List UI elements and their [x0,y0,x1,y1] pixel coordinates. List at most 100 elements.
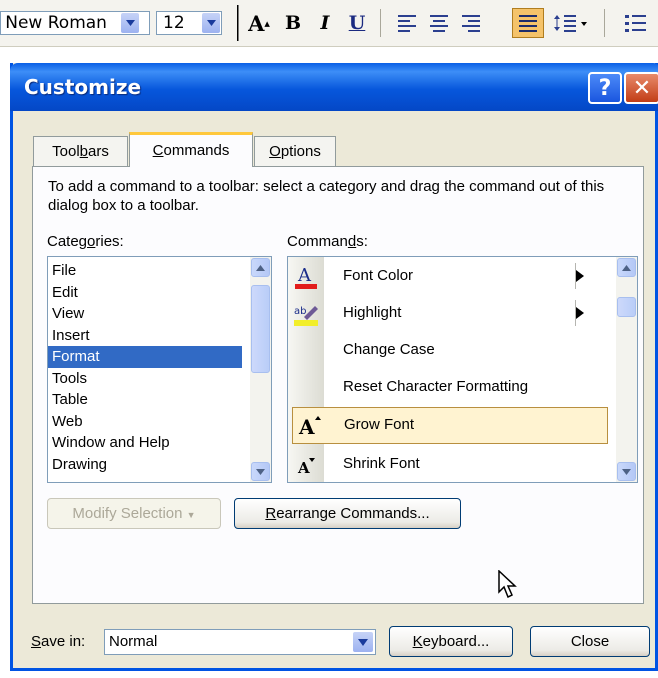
categories-label: Categories: [47,233,124,250]
align-right-icon[interactable] [456,8,486,38]
category-item[interactable]: View [48,303,242,325]
category-item[interactable]: File [48,260,242,282]
close-button[interactable]: Close [530,626,650,657]
instruction-text: To add a command to a toolbar: select a … [48,178,605,214]
submenu-arrow-icon[interactable] [576,270,584,282]
highlight-icon: ab [292,300,320,328]
font-size-dropdown-arrow-icon[interactable] [202,13,220,33]
dropdown-arrow-icon: ▼ [186,510,196,520]
line-spacing-icon[interactable] [552,8,592,38]
align-left-icon[interactable] [392,8,422,38]
svg-text:ab: ab [294,306,306,317]
categories-label-post: ries: [95,233,124,250]
underline-glyph: U [348,12,366,34]
categories-list[interactable]: File Edit View Insert Format Tools Table… [47,256,272,483]
command-label: Change Case [343,341,435,358]
underline-button[interactable]: U [344,8,370,38]
svg-text:A: A [297,459,310,476]
tab-toolbars-accesskey: b [79,143,89,160]
close-window-button[interactable]: ✕ [624,72,658,104]
close-label: Close [570,633,610,650]
scrollbar-thumb[interactable] [617,297,636,317]
grow-font-icon: A [296,412,324,440]
save-in-label: Save in: [31,633,85,650]
scroll-up-icon[interactable] [617,258,636,277]
commands-label-post: s: [356,233,368,250]
rearrange-commands-button[interactable]: Rearrange Commands... [234,498,461,529]
font-name-value: s New Roman [0,13,107,33]
categories-scrollbar[interactable] [250,257,271,482]
dialog-title: Customize [24,75,142,99]
category-item[interactable]: Table [48,389,242,411]
dialog-titlebar[interactable]: Customize ? ✕ [10,63,658,111]
tab-options[interactable]: Options [254,136,336,167]
command-label: Highlight [343,304,402,321]
toolbar-separator [380,9,381,37]
shrink-font-icon: A [292,451,320,479]
category-item[interactable]: Insert [48,325,242,347]
bold-button[interactable]: B [280,8,306,38]
formatting-toolbar: s New Roman 12 A ▴ B I U [0,0,658,47]
justify-icon[interactable] [512,8,544,38]
save-in-label-text: ave in: [41,633,86,650]
italic-glyph: I [320,12,330,34]
font-size-combo[interactable]: 12 [156,11,222,35]
tab-commands[interactable]: Commands [129,132,253,167]
rearrange-accesskey: R [265,505,277,522]
commands-label: Commands: [287,233,368,250]
italic-button[interactable]: I [312,8,338,38]
category-item-selected[interactable]: Format [48,346,242,368]
scroll-down-icon[interactable] [617,462,636,481]
tab-toolbars[interactable]: Toolbars [33,136,128,167]
font-color-icon: A [292,263,320,291]
grow-font-button[interactable]: A ▴ [244,8,274,38]
help-button[interactable]: ? [588,72,622,104]
tab-toolbars-label-pre: Tool [52,143,80,160]
tab-options-accesskey: O [269,143,281,160]
category-item[interactable]: Web [48,411,242,433]
command-item[interactable]: Reset Character Formatting [288,369,616,406]
category-item[interactable]: Edit [48,282,242,304]
scrollbar-thumb[interactable] [251,285,270,373]
help-icon: ? [598,75,612,101]
category-item[interactable]: Tools [48,368,242,390]
scroll-up-icon[interactable] [251,258,270,277]
categories-label-pre: Categ [47,233,88,250]
align-center-icon[interactable] [424,8,454,38]
tab-toolbars-label-post: ars [88,143,109,160]
font-dropdown-arrow-icon[interactable] [121,13,139,33]
commands-scrollbar[interactable] [616,257,637,482]
scroll-down-icon[interactable] [251,462,270,481]
commands-list[interactable]: A Font Color ab Highlight Change Case Re… [287,256,638,483]
command-label: Reset Character Formatting [343,378,529,395]
mouse-pointer-icon [498,570,517,599]
command-label: Font Color [343,267,414,284]
commands-label-pre: Comman [287,233,348,250]
font-name-combo[interactable]: s New Roman [0,11,150,35]
modify-selection-label: Modify Selection [72,505,183,522]
command-item[interactable]: A Shrink Font [288,446,616,482]
command-item[interactable]: A Font Color [288,258,616,295]
commands-tab-panel: To add a command to a toolbar: select a … [32,166,644,604]
category-item[interactable]: Window and Help [48,432,242,454]
toolbar-separator [604,9,605,37]
category-item[interactable]: Drawing [48,454,242,476]
save-in-select[interactable]: Normal [104,629,376,655]
customize-dialog: Customize ? ✕ Toolbars Commands Options … [10,63,658,671]
numbering-icon[interactable] [620,8,650,38]
grow-font-glyph: A [248,10,265,36]
save-in-dropdown-arrow-icon[interactable] [353,632,373,652]
close-icon: ✕ [632,75,652,101]
keyboard-accesskey: K [412,633,423,650]
command-item[interactable]: ab Highlight [288,295,616,332]
command-item[interactable]: Change Case [288,332,616,369]
command-item-selected[interactable]: A Grow Font [292,407,608,444]
commands-label-key: d [347,233,357,250]
tab-commands-accesskey: C [152,142,164,159]
save-in-value: Normal [109,633,158,650]
keyboard-button[interactable]: Keyboard... [389,626,513,657]
submenu-arrow-icon[interactable] [576,307,584,319]
tab-options-label-post: ptions [280,143,321,160]
modify-selection-button[interactable]: Modify Selection ▼ [47,498,221,529]
tab-commands-label-post: ommands [163,142,230,159]
